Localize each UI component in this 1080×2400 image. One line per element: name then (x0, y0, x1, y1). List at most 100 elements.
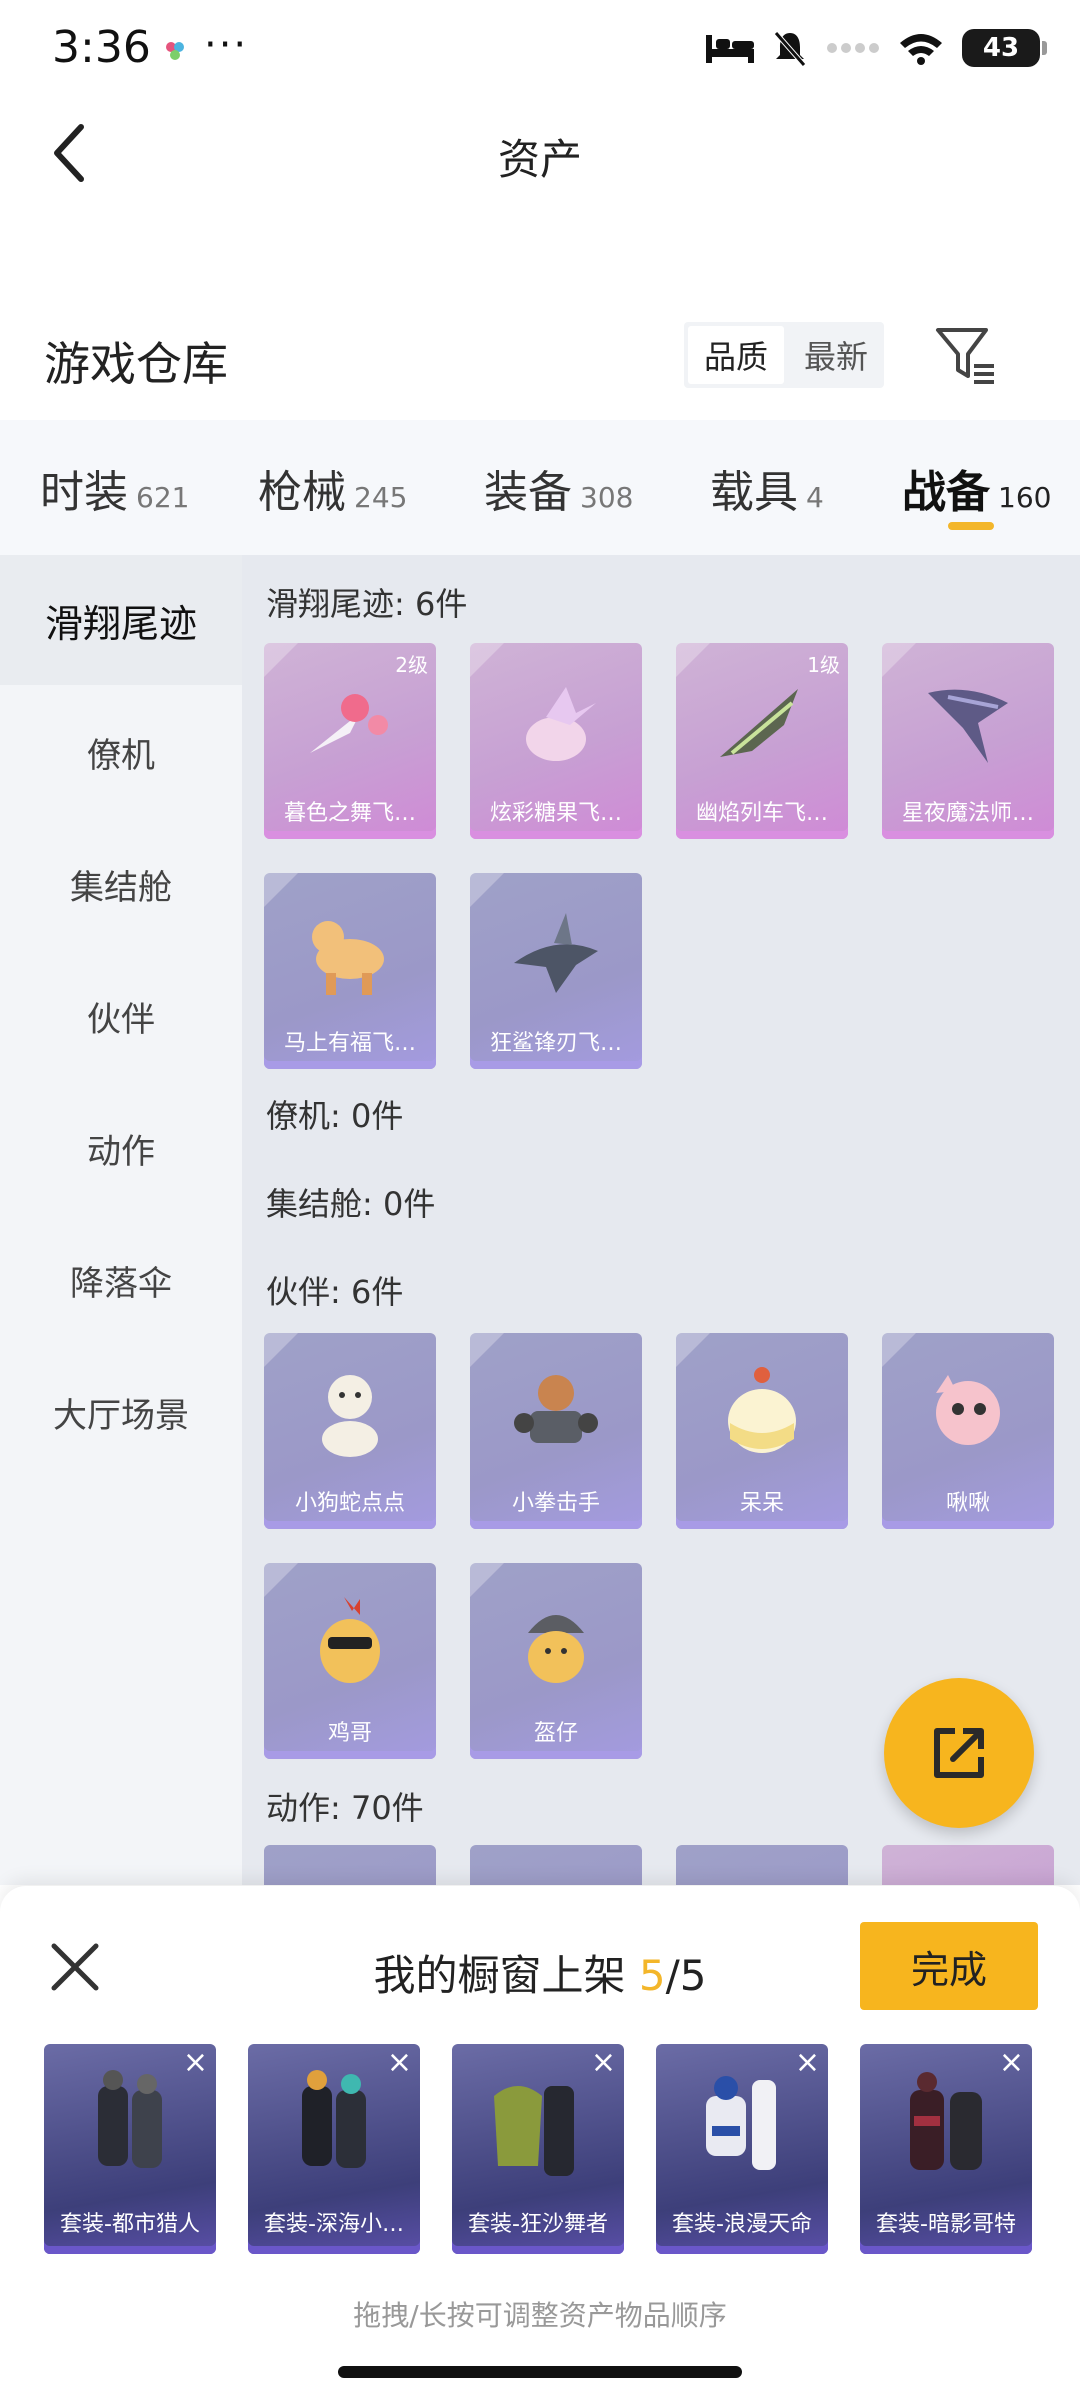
glide-trail-art (720, 689, 798, 757)
outfit-art (98, 2070, 162, 2168)
item-card[interactable]: 炫彩糖果飞… (470, 643, 642, 839)
section-title-glide: 滑翔尾迹: 6件 (266, 585, 468, 623)
sidebar-item-partner[interactable]: 伙伴 (0, 951, 242, 1081)
tab-guns[interactable]: 枪械 245 (258, 456, 407, 520)
item-name: 套装-浪漫天命 (672, 2212, 812, 2237)
glide-trail-art (310, 694, 388, 753)
item-name: 炫彩糖果飞… (489, 801, 622, 826)
showcase-current-count: 5 (638, 1951, 666, 2000)
item-card[interactable] (882, 1845, 1054, 1885)
tab-vehicles[interactable]: 载具 4 (710, 456, 824, 520)
item-card[interactable]: 呆呆 (676, 1333, 848, 1529)
item-name: 暮色之舞飞… (283, 801, 416, 826)
showcase-sheet: 我的橱窗上架 5/5 完成 × 套装-都市猎人 × 套装-深海小… × 套装-狂… (0, 1886, 1080, 2400)
partner-art (322, 1375, 378, 1457)
item-name: 套装-暗影哥特 (876, 2212, 1016, 2237)
item-name: 狂鲨锋刃飞… (489, 1031, 622, 1056)
item-level: 2级 (395, 653, 428, 677)
check-corner (264, 1563, 298, 1597)
showcase-total-count: /5 (665, 1951, 707, 2000)
partner-art (514, 1375, 598, 1443)
warehouse-header: 游戏仓库 品质 最新 (0, 300, 1080, 410)
status-more: ··· (204, 22, 249, 68)
check-corner (264, 873, 298, 907)
section-title-partner: 伙伴: 6件 (266, 1273, 404, 1311)
sort-newest-button[interactable]: 最新 (788, 322, 884, 388)
sort-toggle: 品质 最新 (684, 322, 884, 388)
sheet-title-text: 我的橱窗上架 (373, 1951, 639, 2000)
check-corner (264, 643, 298, 677)
filter-button[interactable] (932, 322, 998, 388)
check-corner (676, 643, 710, 677)
item-card[interactable]: 2级 暮色之舞飞… (264, 643, 436, 839)
partner-art (528, 1615, 584, 1683)
showcase-item[interactable]: × 套装-深海小… (248, 2044, 420, 2254)
tab-count: 621 (136, 481, 190, 514)
home-indicator[interactable] (338, 2366, 742, 2378)
sidebar-item-glide-trail[interactable]: 滑翔尾迹 (0, 555, 242, 685)
active-tab-indicator (948, 522, 994, 530)
tab-fashion[interactable]: 时装 621 (40, 456, 189, 520)
item-card[interactable]: 星夜魔法师… (882, 643, 1054, 839)
item-card[interactable]: 鸡哥 (264, 1563, 436, 1759)
check-corner (264, 1333, 298, 1367)
check-corner (882, 1333, 916, 1367)
item-name: 呆呆 (739, 1491, 784, 1516)
sidebar: 滑翔尾迹 僚机 集结舱 伙伴 动作 降落伞 大厅场景 (0, 555, 242, 1885)
showcase-item[interactable]: × 套装-狂沙舞者 (452, 2044, 624, 2254)
section-title-pod: 集结舱: 0件 (266, 1185, 436, 1223)
item-name: 套装-深海小… (264, 2212, 404, 2237)
partner-art (728, 1367, 796, 1453)
outfit-art (302, 2070, 366, 2168)
showcase-item[interactable]: × 套装-暗影哥特 (860, 2044, 1032, 2254)
showcase-item[interactable]: × 套装-都市猎人 (44, 2044, 216, 2254)
tab-label: 时装 (40, 467, 128, 518)
item-card[interactable]: 啾啾 (882, 1333, 1054, 1529)
item-name: 啾啾 (945, 1491, 990, 1516)
tab-label: 枪械 (258, 467, 346, 518)
item-card[interactable] (470, 1845, 642, 1885)
item-level: 1级 (807, 653, 840, 677)
glide-trail-art (312, 921, 384, 995)
outfit-art (706, 2076, 776, 2170)
showcase-item[interactable]: × 套装-浪漫天命 (656, 2044, 828, 2254)
item-name: 套装-都市猎人 (60, 2212, 200, 2237)
item-card[interactable]: 狂鲨锋刃飞… (470, 873, 642, 1069)
outfit-art (494, 2086, 574, 2176)
item-card[interactable] (676, 1845, 848, 1885)
app-notification-icon (166, 42, 184, 60)
glide-trail-art (526, 687, 596, 761)
check-corner (676, 1333, 710, 1367)
tab-count: 245 (354, 481, 408, 514)
sidebar-item-parachute[interactable]: 降落伞 (0, 1215, 242, 1345)
sidebar-item-action[interactable]: 动作 (0, 1083, 242, 1213)
item-card[interactable]: 盔仔 (470, 1563, 642, 1759)
sidebar-item-pod[interactable]: 集结舱 (0, 819, 242, 949)
tab-count: 4 (806, 481, 824, 514)
tab-count: 160 (998, 481, 1052, 514)
signal-icon (827, 43, 879, 53)
done-button[interactable]: 完成 (860, 1922, 1038, 2010)
check-corner (882, 643, 916, 677)
check-corner (470, 643, 504, 677)
section-title-wingman: 僚机: 0件 (266, 1097, 404, 1135)
share-fab[interactable] (884, 1678, 1034, 1828)
item-card[interactable] (264, 1845, 436, 1885)
item-name: 鸡哥 (327, 1721, 372, 1746)
item-card[interactable]: 小狗蛇点点 (264, 1333, 436, 1529)
tab-equipment[interactable]: 装备 308 (484, 456, 633, 520)
item-card[interactable]: 小拳击手 (470, 1333, 642, 1529)
sort-quality-button[interactable]: 品质 (688, 326, 784, 384)
check-corner (470, 873, 504, 907)
item-name: 套装-狂沙舞者 (468, 2212, 608, 2237)
item-card[interactable]: 1级 幽焰列车飞… (676, 643, 848, 839)
tab-battle-prep[interactable]: 战备 160 (902, 456, 1051, 520)
sidebar-item-lobby-scene[interactable]: 大厅场景 (0, 1347, 242, 1477)
tab-label: 载具 (710, 467, 798, 518)
tab-label: 战备 (902, 467, 990, 518)
item-card[interactable]: 马上有福飞… (264, 873, 436, 1069)
sidebar-item-wingman[interactable]: 僚机 (0, 687, 242, 817)
category-tabs: 时装 621 枪械 245 装备 308 载具 4 战备 160 (0, 420, 1080, 555)
item-name: 幽焰列车飞… (695, 801, 828, 826)
outfit-art (910, 2072, 982, 2170)
